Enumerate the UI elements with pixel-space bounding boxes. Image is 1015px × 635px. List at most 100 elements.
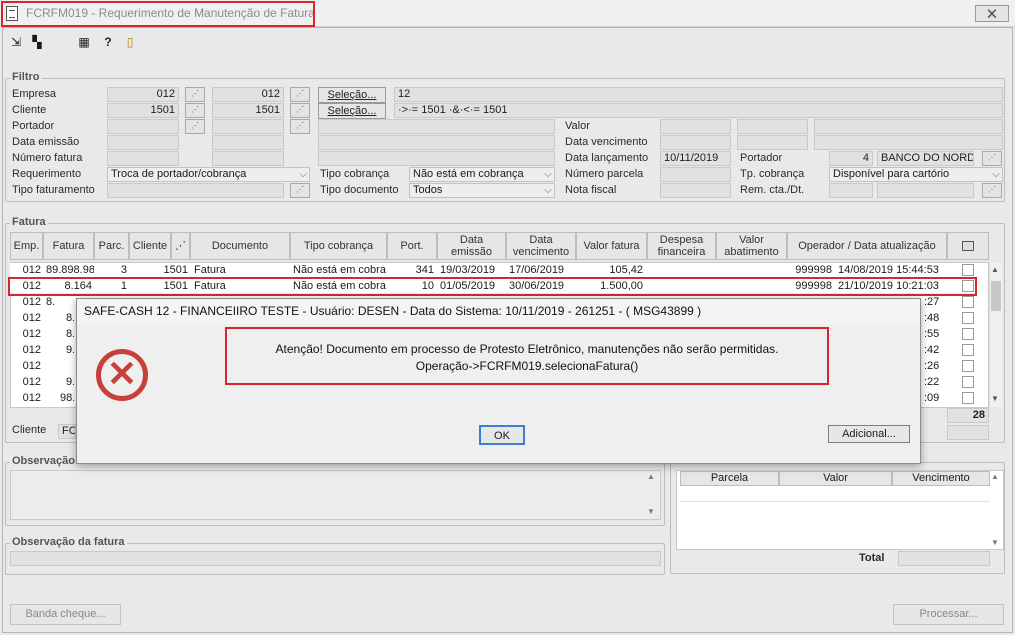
cell-fatura: 89.898.98 (46, 264, 94, 276)
col-header-data-vencimento[interactable]: Data vencimento (506, 232, 576, 260)
cliente-selecao-button[interactable]: Seleção... (318, 103, 386, 119)
cliente-from-lookup-button[interactable]: ⋰ (185, 103, 205, 118)
scroll-down-icon[interactable]: ▼ (991, 538, 999, 547)
portador-from-field[interactable] (107, 119, 179, 134)
message-line-1: Atenção! Documento em processo de Protes… (275, 342, 779, 356)
tipo-documento-select[interactable]: Todos ⌵ (409, 183, 555, 198)
exit-icon[interactable]: ▯ (123, 35, 137, 49)
data-vencimento-to-field[interactable] (737, 135, 808, 150)
row-checkbox[interactable] (962, 360, 974, 372)
data-vencimento-from-field[interactable] (660, 135, 731, 150)
tipo-cobranca-label: Tipo cobrança (320, 168, 390, 180)
numero-fatura-to-field[interactable] (212, 151, 284, 166)
col-header-abatimento[interactable]: Valor abatimento (716, 232, 787, 260)
portador-to-lookup-button[interactable]: ⋰ (290, 119, 310, 134)
col-header-operador[interactable]: Operador / Data atualização (787, 232, 947, 260)
nota-fiscal-field[interactable] (660, 183, 731, 198)
data-lancamento-field[interactable]: 10/11/2019 (660, 151, 731, 166)
empresa-from-field[interactable]: 012 (107, 87, 179, 102)
grid-scrollbar[interactable]: ▲ ▼ (989, 263, 1002, 407)
valor-from-field[interactable] (660, 119, 731, 134)
portador-right-label: Portador (740, 152, 783, 164)
grid-icon[interactable]: ▦ (77, 35, 91, 49)
data-emissao-to-field[interactable] (212, 135, 284, 150)
col-header-despesa[interactable]: Despesa financeira (647, 232, 716, 260)
layers-icon[interactable]: ▚ (30, 35, 44, 49)
row-checkbox[interactable] (962, 344, 974, 356)
empresa-selecao-button[interactable]: Seleção... (318, 87, 386, 103)
cliente-to-lookup-button[interactable]: ⋰ (290, 103, 310, 118)
help-icon[interactable]: ? (101, 35, 115, 49)
requerimento-select[interactable]: Troca de portador/cobrança ⌵ (107, 167, 310, 182)
empresa-to-lookup-button[interactable]: ⋰ (290, 87, 310, 102)
col-header-tipo-cobranca[interactable]: Tipo cobrança (290, 232, 387, 260)
scroll-up-icon[interactable]: ▲ (647, 472, 655, 481)
data-vencimento-extra-field (814, 135, 1003, 150)
col-header-documento[interactable]: Documento (190, 232, 290, 260)
scroll-up-icon[interactable]: ▲ (991, 265, 999, 274)
numero-parcela-field[interactable] (660, 167, 731, 182)
row-checkbox[interactable] (962, 296, 974, 308)
observacao-fatura-field[interactable] (10, 551, 661, 566)
tp-cobranca-value: Disponível para cartório (833, 168, 950, 180)
col-header-valor-fatura[interactable]: Valor fatura (576, 232, 647, 260)
ok-button[interactable]: OK (479, 425, 525, 445)
empresa-from-lookup-button[interactable]: ⋰ (185, 87, 205, 102)
col-header-select[interactable] (947, 232, 989, 260)
banda-cheque-button[interactable]: Banda cheque... (10, 604, 121, 625)
record-count-extra (947, 425, 989, 440)
scroll-down-icon[interactable]: ▼ (991, 394, 999, 403)
requerimento-value: Troca de portador/cobrança (111, 168, 247, 180)
col-header-parcela[interactable]: Parcela (680, 471, 779, 486)
row-checkbox[interactable] (962, 312, 974, 324)
rem-dt-field[interactable] (877, 183, 974, 198)
table-row[interactable] (680, 486, 990, 502)
col-header-port[interactable]: Port. (387, 232, 437, 260)
tipo-cobranca-select[interactable]: Não está em cobrança ⌵ (409, 167, 555, 182)
col-header-cliente[interactable]: Cliente (129, 232, 171, 260)
rem-cta-lookup-button[interactable]: ⋰ (982, 183, 1002, 198)
cliente-to-field[interactable]: 1501 (212, 103, 284, 118)
observacao-textarea[interactable] (10, 470, 661, 520)
row-checkbox[interactable] (962, 376, 974, 388)
row-checkbox[interactable] (962, 264, 974, 276)
valor-to-field[interactable] (737, 119, 808, 134)
col-header-data-emissao[interactable]: Data emissão (437, 232, 506, 260)
empresa-to-field[interactable]: 012 (212, 87, 284, 102)
tipo-faturamento-lookup-button[interactable]: ⋰ (290, 183, 310, 198)
row-checkbox[interactable] (962, 328, 974, 340)
col-header-valor[interactable]: Valor (779, 471, 892, 486)
close-button[interactable]: 🗙 (975, 5, 1009, 22)
col-header-emp[interactable]: Emp. (10, 232, 43, 260)
numero-fatura-from-field[interactable] (107, 151, 179, 166)
processar-button[interactable]: Processar... (893, 604, 1004, 625)
cell-time-tail: :48 (924, 312, 940, 324)
col-header-sort[interactable]: ⋰ (171, 232, 190, 260)
portador-right-name-field: BANCO DO NORDE (877, 151, 974, 166)
col-header-vencimento[interactable]: Vencimento (892, 471, 990, 486)
data-emissao-from-field[interactable] (107, 135, 179, 150)
data-vencimento-label: Data vencimento (565, 136, 648, 148)
tp-cobranca-select[interactable]: Disponível para cartório ⌵ (829, 167, 1003, 182)
portador-right-lookup-button[interactable]: ⋰ (982, 151, 1002, 166)
cell-fatura: 8. (66, 312, 74, 324)
col-header-parc[interactable]: Parc. (94, 232, 129, 260)
portador-to-field[interactable] (212, 119, 284, 134)
data-emissao-extra-field (318, 135, 555, 150)
portador-from-lookup-button[interactable]: ⋰ (185, 119, 205, 134)
tipo-faturamento-field[interactable] (107, 183, 284, 198)
cell-fatura: 8. (66, 328, 74, 340)
scroll-up-icon[interactable]: ▲ (991, 472, 999, 481)
cell-tipo-cobranca: Não está em cobra (293, 264, 386, 276)
cliente-from-field[interactable]: 1501 (107, 103, 179, 118)
adicional-button[interactable]: Adicional... (828, 425, 910, 443)
record-count: 28 (947, 408, 989, 423)
export-icon[interactable]: ⇲ (9, 35, 23, 49)
row-checkbox[interactable] (962, 392, 974, 404)
portador-right-code-field[interactable]: 4 (829, 151, 873, 166)
col-header-fatura[interactable]: Fatura (43, 232, 94, 260)
rem-cta-field[interactable] (829, 183, 873, 198)
scroll-down-icon[interactable]: ▼ (647, 507, 655, 516)
grid-cliente-field[interactable]: FO (58, 424, 76, 439)
scroll-thumb[interactable] (991, 281, 1001, 311)
